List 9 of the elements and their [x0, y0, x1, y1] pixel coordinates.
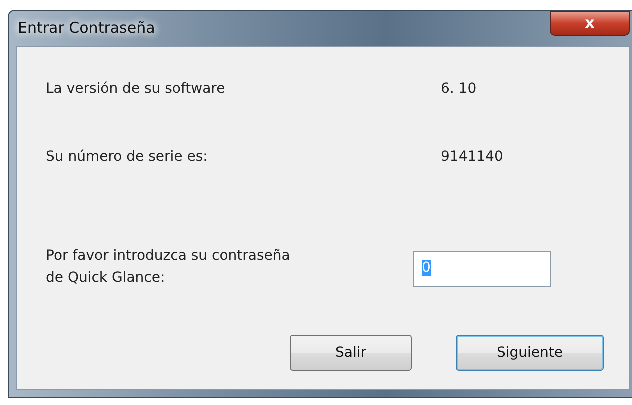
- window-title: Entrar Contraseña: [17, 18, 156, 40]
- dialog-button[interactable]: Siguiente: [456, 335, 604, 371]
- field-label: Su número de serie es:: [46, 148, 208, 167]
- password-label: Por favor introduzca su contraseña de Quick Glance:: [46, 247, 292, 288]
- dialog-button[interactable]: Salir: [290, 335, 412, 371]
- field-value: 6. 10: [441, 80, 477, 99]
- field-label: La versión de su software: [46, 80, 226, 99]
- field-value: 9141140: [441, 148, 504, 167]
- close-button[interactable]: x: [550, 11, 630, 36]
